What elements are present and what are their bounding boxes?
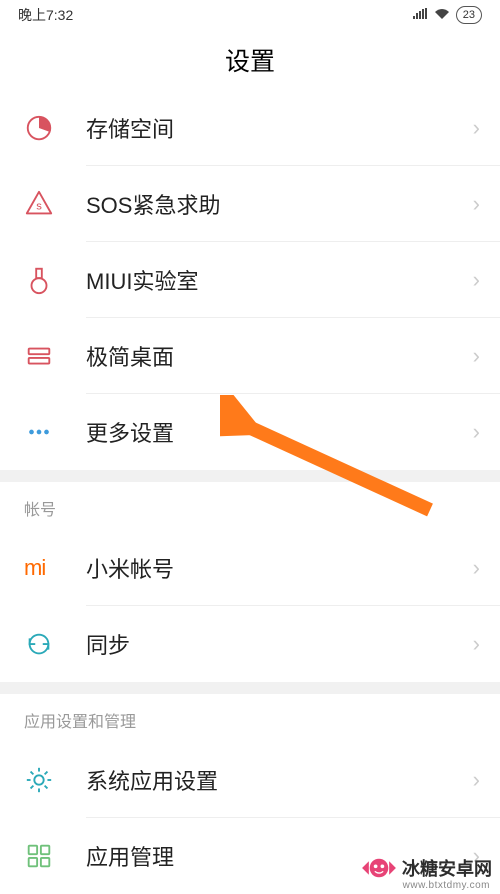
- section-header-app-mgmt: 应用设置和管理: [0, 694, 500, 742]
- chevron-right-icon: ›: [473, 343, 480, 369]
- wifi-icon: [434, 7, 450, 23]
- more-icon: [24, 417, 86, 447]
- watermark-url: www.btxtdmy.com: [403, 880, 490, 891]
- section-header-account: 帐号: [0, 482, 500, 530]
- page-title: 设置: [0, 30, 500, 90]
- candy-icon: [362, 857, 396, 879]
- apps-icon: [24, 841, 86, 871]
- chevron-right-icon: ›: [473, 767, 480, 793]
- status-bar: 晚上7:32 23: [0, 0, 500, 30]
- sync-icon: [24, 629, 86, 659]
- row-lab[interactable]: MIUI实验室 ›: [0, 242, 500, 318]
- row-mi-account[interactable]: mi 小米帐号 ›: [0, 530, 500, 606]
- row-system-app-settings[interactable]: 系统应用设置 ›: [0, 742, 500, 818]
- chevron-right-icon: ›: [473, 115, 480, 141]
- status-indicators: 23: [412, 6, 482, 24]
- storage-icon: [24, 113, 86, 143]
- section-divider: [0, 682, 500, 694]
- row-sos[interactable]: s SOS紧急求助 ›: [0, 166, 500, 242]
- row-label: 极简桌面: [86, 340, 473, 372]
- row-label: 存储空间: [86, 112, 473, 144]
- row-label: MIUI实验室: [86, 264, 473, 296]
- mi-logo-icon: mi: [24, 555, 86, 581]
- chevron-right-icon: ›: [473, 419, 480, 445]
- watermark-text: 冰糖安卓网: [402, 855, 492, 881]
- row-more-settings[interactable]: 更多设置 ›: [0, 394, 500, 470]
- row-label: 更多设置: [86, 416, 473, 448]
- flask-icon: [24, 265, 86, 295]
- settings-list: 存储空间 › s SOS紧急求助 › MIUI实验室 › 极简桌面 › 更多设置…: [0, 90, 500, 894]
- sos-icon: s: [24, 189, 86, 219]
- chevron-right-icon: ›: [473, 191, 480, 217]
- row-label: 小米帐号: [86, 552, 473, 584]
- chevron-right-icon: ›: [473, 555, 480, 581]
- row-label: 同步: [86, 628, 473, 660]
- watermark: 冰糖安卓网: [362, 855, 492, 881]
- svg-text:s: s: [36, 201, 42, 213]
- layout-icon: [24, 341, 86, 371]
- gear-icon: [24, 765, 86, 795]
- battery-indicator: 23: [456, 6, 482, 24]
- chevron-right-icon: ›: [473, 631, 480, 657]
- signal-icon: [412, 7, 428, 23]
- row-sync[interactable]: 同步 ›: [0, 606, 500, 682]
- row-label: SOS紧急求助: [86, 188, 473, 220]
- section-divider: [0, 470, 500, 482]
- row-label: 系统应用设置: [86, 764, 473, 796]
- status-time: 晚上7:32: [18, 5, 73, 25]
- row-simple-desktop[interactable]: 极简桌面 ›: [0, 318, 500, 394]
- chevron-right-icon: ›: [473, 267, 480, 293]
- row-storage[interactable]: 存储空间 ›: [0, 90, 500, 166]
